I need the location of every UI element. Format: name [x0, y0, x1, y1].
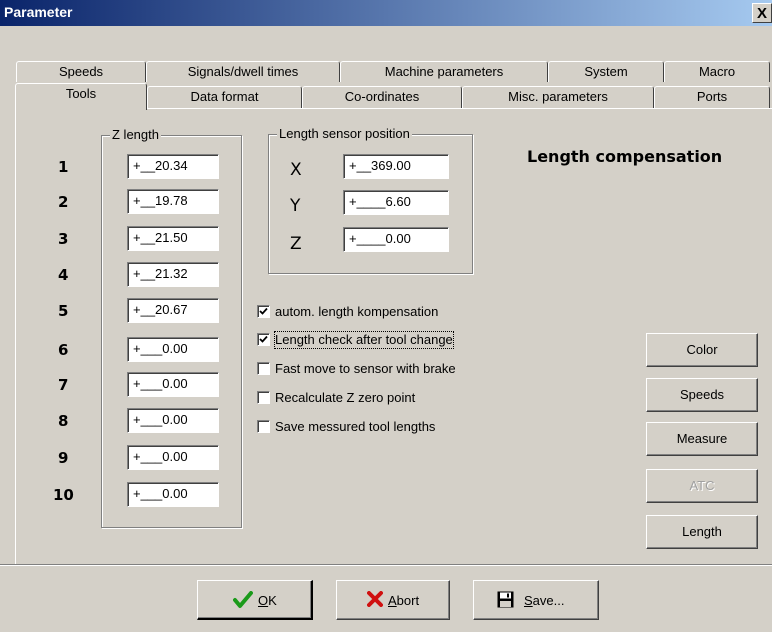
footer-separator: [0, 564, 772, 566]
floppy-disk-icon: [497, 591, 514, 611]
close-icon: X: [756, 5, 767, 22]
tab-misc-parameters[interactable]: Misc. parameters: [462, 86, 654, 108]
tab-co-ordinates[interactable]: Co-ordinates: [302, 86, 462, 108]
tab-ports[interactable]: Ports: [654, 86, 770, 108]
save-button[interactable]: Save...: [473, 580, 599, 620]
tab-tools[interactable]: Tools: [15, 83, 147, 110]
title-bar: Parameter X: [0, 0, 772, 26]
abort-button[interactable]: Abort: [336, 580, 450, 620]
tools-tab-panel: [15, 108, 772, 564]
abort-label: Abort: [388, 593, 420, 608]
ok-label: OK: [258, 593, 277, 608]
tab-macro[interactable]: Macro: [664, 61, 770, 82]
checkmark-icon: [233, 591, 253, 612]
tab-machine-parameters[interactable]: Machine parameters: [340, 61, 548, 82]
close-button[interactable]: X: [752, 3, 772, 23]
save-label: Save...: [524, 593, 565, 608]
cross-icon: [367, 591, 383, 610]
tab-speeds[interactable]: Speeds: [16, 61, 146, 82]
tab-system[interactable]: System: [548, 61, 664, 82]
ok-button[interactable]: OK: [197, 580, 313, 620]
window-title: Parameter: [4, 4, 73, 20]
tab-data-format[interactable]: Data format: [147, 86, 302, 108]
tab-signals-dwell-times[interactable]: Signals/dwell times: [146, 61, 340, 82]
